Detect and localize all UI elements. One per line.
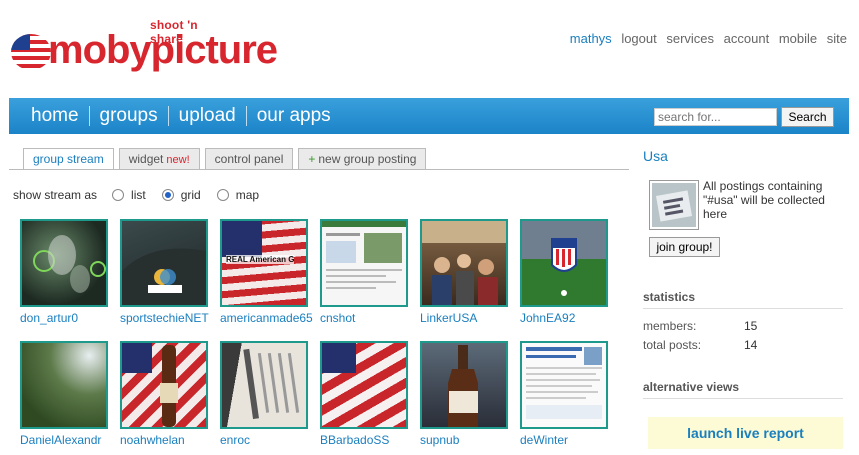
stat-label-total-posts: total posts: xyxy=(643,338,702,352)
photo-image xyxy=(33,235,106,293)
nav-upload[interactable]: upload xyxy=(169,105,246,127)
photo-thumbnail[interactable]: REAL American G xyxy=(220,219,308,307)
main-nav: home groups upload our apps xyxy=(21,98,341,134)
divider xyxy=(643,398,843,399)
new-badge: new! xyxy=(166,154,190,166)
nav-our-apps[interactable]: our apps xyxy=(247,105,341,127)
photo-image xyxy=(322,221,406,289)
tab-group-stream[interactable]: group stream xyxy=(23,148,114,170)
photo-image xyxy=(122,248,206,305)
photo-author-link[interactable]: enroc xyxy=(220,433,310,447)
top-nav-account[interactable]: account xyxy=(724,31,770,46)
grid-item[interactable]: REAL American G americanmade65 xyxy=(220,219,313,325)
grid-item[interactable]: cnshot xyxy=(320,219,410,325)
photo-thumbnail[interactable] xyxy=(420,219,508,307)
grid-item[interactable]: deWinter xyxy=(520,341,610,447)
tab-underline xyxy=(9,169,629,170)
tab-bar: group stream widget new! control panel + n… xyxy=(23,148,431,170)
tab-new-group-posting[interactable]: + new group posting xyxy=(298,148,427,169)
photo-thumbnail[interactable] xyxy=(120,219,208,307)
photo-image xyxy=(422,221,506,305)
grid-item[interactable]: JohnEA92 xyxy=(520,219,610,325)
photo-thumbnail[interactable] xyxy=(20,341,108,429)
top-nav-mobile[interactable]: mobile xyxy=(779,31,817,46)
photo-author-link[interactable]: DanielAlexandr xyxy=(20,433,110,447)
logo-wordmark: mobypicture xyxy=(48,28,278,72)
alternative-views-heading: alternative views xyxy=(643,380,740,394)
nav-groups[interactable]: groups xyxy=(90,105,168,127)
photo-image xyxy=(243,348,300,420)
grid-item[interactable]: sportstechieNET xyxy=(120,219,210,325)
photo-thumbnail[interactable] xyxy=(320,341,408,429)
photo-author-link[interactable]: sportstechieNET xyxy=(120,311,210,325)
photo-author-link[interactable]: noahwhelan xyxy=(120,433,210,447)
tab-control-panel[interactable]: control panel xyxy=(204,148,294,169)
radio-list-label: list xyxy=(131,188,146,202)
photo-image xyxy=(551,238,577,296)
view-switch-label: show stream as xyxy=(13,188,98,202)
photo-image xyxy=(122,343,178,427)
radio-grid[interactable] xyxy=(161,189,174,201)
statistics-heading: statistics xyxy=(643,290,696,304)
stat-value-members: 15 xyxy=(744,319,758,333)
tab-label: new group posting xyxy=(318,152,417,166)
grid-item[interactable]: supnub xyxy=(420,341,510,447)
search-input[interactable] xyxy=(654,108,777,126)
group-description: All postings containing "#usa" will be c… xyxy=(703,179,825,221)
grid-item[interactable]: don_artur0 xyxy=(20,219,110,325)
tab-label: control panel xyxy=(214,152,284,166)
join-group-button[interactable]: join group! xyxy=(649,237,720,257)
photo-thumbnail[interactable] xyxy=(220,341,308,429)
tab-label: group stream xyxy=(33,152,104,166)
radio-grid-label: grid xyxy=(180,188,201,202)
photo-thumbnail[interactable] xyxy=(520,219,608,307)
launch-live-report-button[interactable]: launch live report xyxy=(648,417,843,449)
search-button[interactable]: Search xyxy=(781,107,834,127)
photo-image xyxy=(448,345,478,427)
photo-author-link[interactable]: LinkerUSA xyxy=(420,311,510,325)
view-switch: show stream as list grid map xyxy=(13,188,275,202)
photo-thumbnail[interactable] xyxy=(520,341,608,429)
main-nav-bar: home groups upload our apps Search xyxy=(9,98,849,134)
photo-author-link[interactable]: deWinter xyxy=(520,433,610,447)
stat-label-members: members: xyxy=(643,319,697,333)
photo-image xyxy=(526,347,602,419)
site-logo[interactable]: shoot 'n share mobypicture xyxy=(10,18,278,80)
radio-list[interactable] xyxy=(112,189,125,201)
top-nav-site[interactable]: site xyxy=(827,31,847,46)
group-avatar-image xyxy=(652,183,696,227)
top-nav-user[interactable]: mathys xyxy=(570,31,612,46)
photo-thumbnail[interactable] xyxy=(120,341,208,429)
top-nav: mathys logout services account mobile si… xyxy=(564,31,847,46)
photo-author-link[interactable]: JohnEA92 xyxy=(520,311,610,325)
nav-home[interactable]: home xyxy=(21,105,89,127)
grid-item[interactable]: LinkerUSA xyxy=(420,219,510,325)
photo-author-link[interactable]: americanmade65 xyxy=(220,311,313,325)
grid-item[interactable]: BBarbadoSS xyxy=(320,341,410,447)
grid-item[interactable]: enroc xyxy=(220,341,310,447)
radio-map-label: map xyxy=(235,188,260,202)
radio-map[interactable] xyxy=(216,189,229,201)
stat-value-total-posts: 14 xyxy=(744,338,758,352)
photo-author-link[interactable]: supnub xyxy=(420,433,510,447)
group-sidebar: Usa All postings containing "#usa" will … xyxy=(643,148,848,449)
photo-author-link[interactable]: BBarbadoSS xyxy=(320,433,410,447)
plus-icon: + xyxy=(308,152,316,166)
photo-overlay-text: REAL American G xyxy=(226,255,295,264)
photo-thumbnail[interactable] xyxy=(420,341,508,429)
group-avatar xyxy=(649,180,699,230)
grid-item[interactable]: noahwhelan xyxy=(120,341,210,447)
photo-thumbnail[interactable] xyxy=(20,219,108,307)
tab-widget[interactable]: widget new! xyxy=(118,148,200,169)
photo-thumbnail[interactable] xyxy=(320,219,408,307)
grid-item[interactable]: DanielAlexandr xyxy=(20,341,110,447)
top-nav-services[interactable]: services xyxy=(666,31,714,46)
flag-globe-icon xyxy=(11,34,51,70)
divider xyxy=(643,308,843,309)
tab-label: widget xyxy=(128,152,164,166)
photo-author-link[interactable]: cnshot xyxy=(320,311,410,325)
group-name[interactable]: Usa xyxy=(643,148,848,164)
top-nav-logout[interactable]: logout xyxy=(621,31,656,46)
photo-author-link[interactable]: don_artur0 xyxy=(20,311,110,325)
